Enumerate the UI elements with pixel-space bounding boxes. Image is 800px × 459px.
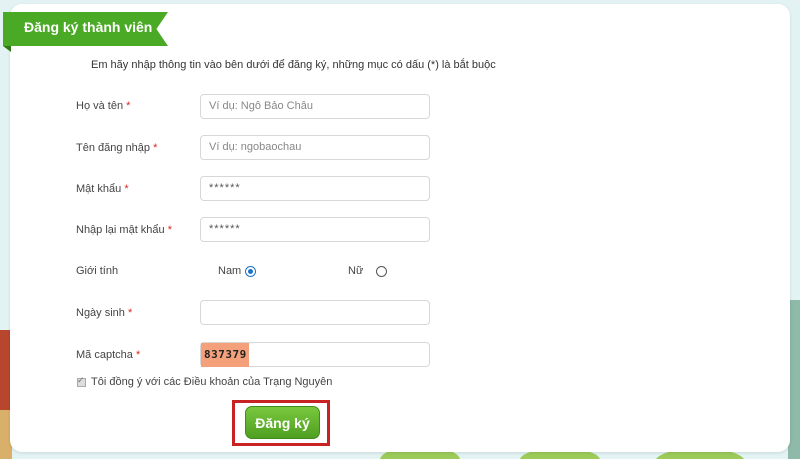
username-label: Tên đăng nhập * <box>76 142 158 154</box>
required-mark: * <box>135 349 141 361</box>
captcha-label: Mã captcha * <box>76 349 141 361</box>
gender-male-radio[interactable] <box>245 266 256 277</box>
gender-option-female-label: Nữ <box>348 265 364 277</box>
form-instruction: Em hãy nhập thông tin vào bên dưới để đă… <box>91 59 496 71</box>
captcha-image: 837379 <box>201 343 249 367</box>
password-label: Mật khẩu * <box>76 183 129 195</box>
required-mark: * <box>126 100 131 112</box>
username-input[interactable]: Ví dụ: ngobaochau <box>200 135 430 160</box>
required-mark: * <box>127 307 133 319</box>
full-name-input[interactable]: Ví dụ: Ngô Bảo Châu <box>200 94 430 119</box>
page-title: Đăng ký thành viên <box>24 19 153 35</box>
confirm-password-label: Nhập lại mật khẩu * <box>76 224 173 236</box>
confirm-password-input[interactable]: ****** <box>200 217 430 242</box>
required-mark: * <box>167 224 173 236</box>
required-mark: * <box>153 142 158 154</box>
birthday-input[interactable] <box>200 300 430 325</box>
password-input[interactable]: ****** <box>200 176 430 201</box>
birthday-label: Ngày sinh * <box>76 307 133 319</box>
required-mark: * <box>124 183 129 195</box>
gender-option-male-label: Nam <box>218 265 242 277</box>
gender-label: Giới tính <box>76 265 119 277</box>
agree-terms-label: Tôi đồng ý với các Điều khoản của Trạng … <box>91 376 333 388</box>
full-name-label: Họ và tên * <box>76 100 131 112</box>
agree-terms-checkbox[interactable] <box>77 375 86 387</box>
gender-female-radio[interactable] <box>376 266 387 277</box>
register-button[interactable]: Đăng ký <box>245 406 320 439</box>
ribbon-fold <box>3 46 11 52</box>
